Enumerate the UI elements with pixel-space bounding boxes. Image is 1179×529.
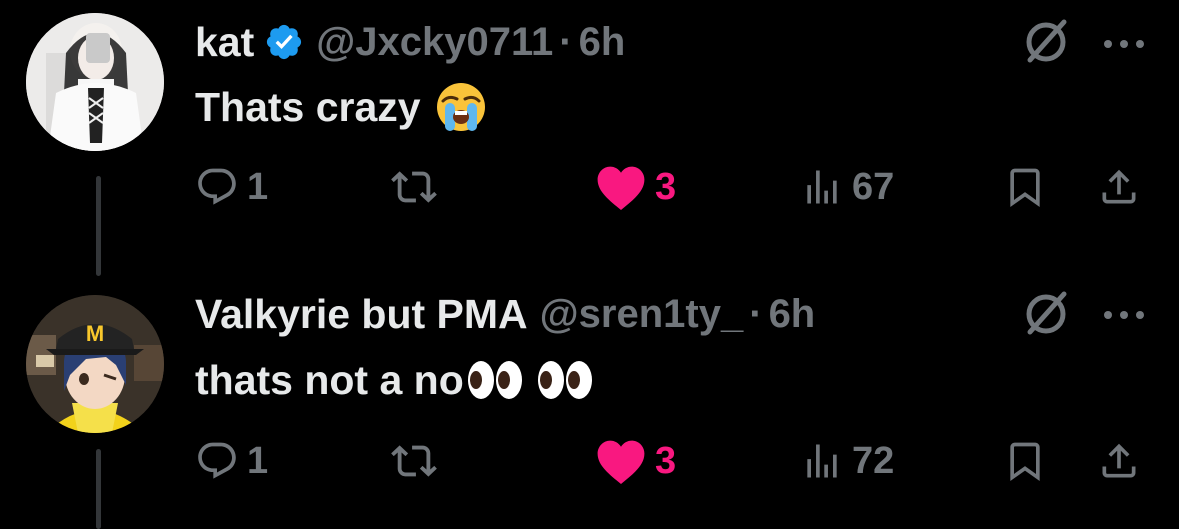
reply-icon — [198, 442, 236, 479]
handle[interactable]: @sren1ty_ — [540, 292, 744, 337]
views-count: 67 — [852, 165, 895, 208]
share-icon — [1102, 169, 1136, 204]
separator: · — [559, 19, 573, 64]
action-bar: 1 3 72 — [195, 431, 1155, 491]
bookmark-icon — [1010, 168, 1040, 208]
share-button[interactable] — [1097, 157, 1141, 217]
separator: · — [749, 291, 763, 336]
tweet-text: Thats crazy — [195, 79, 487, 135]
share-button[interactable] — [1097, 431, 1141, 491]
like-count: 3 — [655, 165, 677, 208]
like-icon — [597, 166, 645, 210]
tweet-header: Valkyrie but PMA @sren1ty_ · 6h — [195, 286, 815, 342]
display-name[interactable]: Valkyrie but PMA — [195, 291, 528, 338]
views-icon — [807, 444, 837, 478]
eyes-icon — [537, 361, 592, 399]
eyes-icon — [467, 361, 522, 399]
views-button[interactable]: 67 — [800, 157, 894, 217]
like-icon — [597, 440, 645, 484]
avatar[interactable] — [26, 13, 164, 151]
bookmark-icon — [1010, 442, 1040, 482]
retweet-icon — [391, 445, 437, 477]
retweet-icon — [391, 171, 437, 203]
tweet-header: kat @Jxcky0711 · 6h — [195, 14, 625, 70]
retweet-button[interactable] — [391, 431, 437, 491]
reply-button[interactable]: 1 — [195, 157, 268, 217]
reply-button[interactable]: 1 — [195, 431, 268, 491]
timestamp[interactable]: 6h — [769, 292, 816, 337]
grok-icon[interactable] — [1020, 288, 1072, 340]
svg-text:M: M — [86, 321, 104, 346]
display-name[interactable]: kat — [195, 19, 254, 66]
bookmark-button[interactable] — [1003, 157, 1047, 217]
handle[interactable]: @Jxcky0711 — [316, 20, 553, 65]
verified-badge-icon[interactable] — [264, 22, 304, 62]
like-count: 3 — [655, 439, 677, 482]
reply-tweet[interactable]: kat @Jxcky0711 · 6h Thats crazy 1 3 67 — [0, 0, 1179, 276]
tweet-text-content: thats not a no — [195, 356, 464, 403]
share-icon — [1102, 443, 1136, 478]
more-icon[interactable] — [1100, 34, 1148, 54]
views-count: 72 — [852, 439, 895, 482]
bookmark-button[interactable] — [1003, 431, 1047, 491]
views-button[interactable]: 72 — [800, 431, 894, 491]
reply-count: 1 — [247, 165, 269, 208]
grok-icon[interactable] — [1020, 16, 1072, 68]
timestamp[interactable]: 6h — [579, 20, 626, 65]
views-icon — [807, 170, 837, 204]
reply-tweet[interactable]: M Valkyrie but PMA @sren1ty_ · 6h thats … — [0, 263, 1179, 529]
reply-count: 1 — [247, 439, 269, 482]
reply-icon — [198, 168, 236, 205]
like-button[interactable]: 3 — [595, 157, 676, 217]
more-icon[interactable] — [1100, 305, 1148, 325]
like-button[interactable]: 3 — [595, 431, 676, 491]
loudly-crying-face-icon — [436, 83, 485, 131]
tweet-text-content: Thats crazy — [195, 83, 421, 130]
avatar[interactable]: M — [26, 295, 164, 433]
tweet-text: thats not a no — [195, 352, 594, 408]
thread-line — [96, 449, 101, 529]
action-bar: 1 3 67 — [195, 157, 1155, 217]
retweet-button[interactable] — [391, 157, 437, 217]
thread-line — [96, 176, 101, 276]
